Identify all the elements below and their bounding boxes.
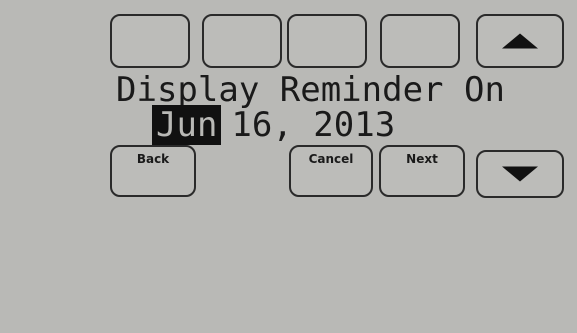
blank-button-3[interactable] xyxy=(287,14,367,68)
reminder-title: Display Reminder On xyxy=(116,70,505,110)
arrow-down-icon xyxy=(502,166,538,182)
reminder-date: Jun 16, 2013 xyxy=(152,105,396,145)
up-arrow-button[interactable] xyxy=(476,14,564,68)
date-month-selected[interactable]: Jun xyxy=(152,105,222,145)
back-button[interactable]: Back xyxy=(110,145,196,197)
date-day-year: 16, 2013 xyxy=(231,105,396,145)
next-button[interactable]: Next xyxy=(379,145,465,197)
down-arrow-button[interactable] xyxy=(476,150,564,198)
arrow-up-icon xyxy=(502,33,538,49)
thermostat-screen: Display Reminder On Jun 16, 2013 Back Can… xyxy=(0,0,577,333)
cancel-button[interactable]: Cancel xyxy=(289,145,373,197)
blank-button-4[interactable] xyxy=(380,14,460,68)
blank-button-1[interactable] xyxy=(110,14,190,68)
blank-button-2[interactable] xyxy=(202,14,282,68)
